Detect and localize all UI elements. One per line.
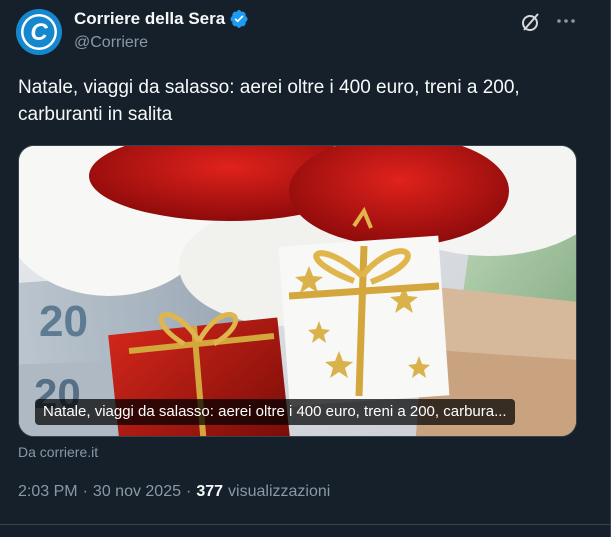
tweet-meta: 2:03 PM · 30 nov 2025 · 377 visualizzazi… (18, 483, 330, 501)
corriere-logo-icon: C (16, 9, 62, 55)
views-count: 377 (196, 483, 224, 500)
avatar[interactable]: C (16, 9, 62, 55)
tweet-view: C Corriere della Sera @Corriere Natale, … (0, 0, 611, 537)
grok-icon[interactable] (519, 10, 543, 34)
tweet-divider (0, 524, 611, 525)
author-handle[interactable]: @Corriere (74, 34, 249, 52)
link-card[interactable]: 20 20 Natale, viaggi da salasso: aerei o… (18, 145, 577, 437)
author-name[interactable]: Corriere della Sera (74, 9, 225, 29)
tweet-time[interactable]: 2:03 PM (18, 483, 78, 501)
meta-separator: · (186, 483, 192, 500)
author-name-row: Corriere della Sera (74, 8, 249, 30)
banknote-label: 20 (39, 297, 88, 346)
tweet-text: Natale, viaggi da salasso: aerei oltre i… (18, 77, 520, 125)
author-block: Corriere della Sera @Corriere (74, 8, 249, 52)
card-caption: Natale, viaggi da salasso: aerei oltre i… (35, 399, 515, 425)
verified-badge-icon (230, 9, 248, 29)
card-source-link[interactable]: Da corriere.it (18, 444, 98, 460)
more-icon[interactable] (554, 9, 578, 33)
card-image: 20 20 (19, 146, 576, 436)
tweet-date[interactable]: 30 nov 2025 (93, 483, 181, 501)
svg-text:C: C (30, 19, 48, 46)
views-label: visualizzazioni (228, 483, 331, 500)
meta-separator: · (82, 483, 88, 500)
